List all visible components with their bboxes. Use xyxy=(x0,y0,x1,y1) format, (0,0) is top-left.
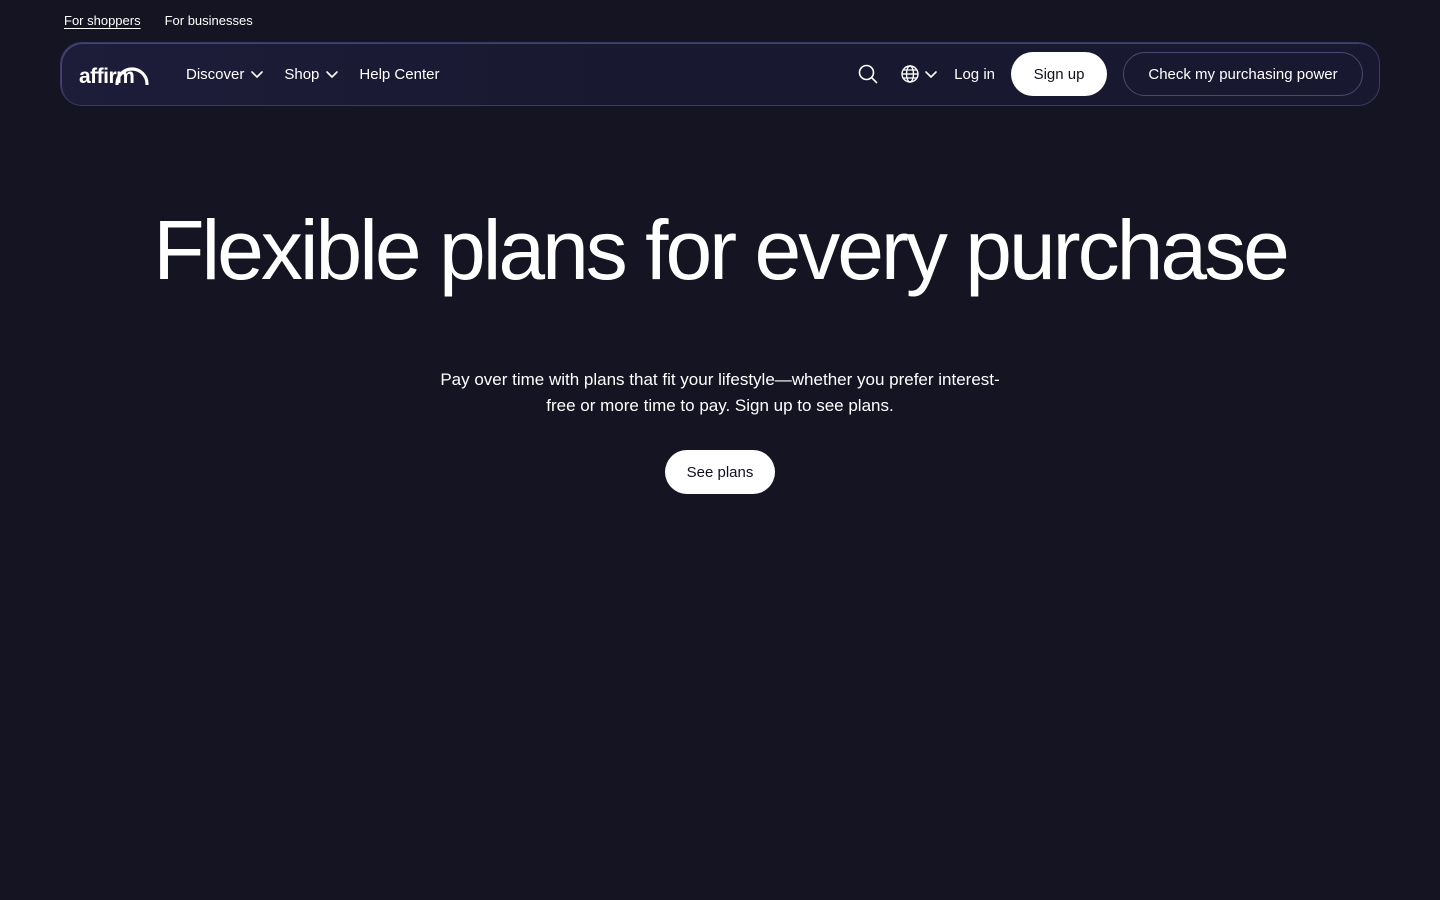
nav-shop-label: Shop xyxy=(284,65,320,83)
chevron-down-icon xyxy=(251,71,264,78)
affirm-logo[interactable]: affirm xyxy=(79,57,151,89)
hero-title: Flexible plans for every purchase xyxy=(153,203,1290,297)
nav-discover-label: Discover xyxy=(186,65,245,83)
primary-nav: Discover Shop Help Center xyxy=(186,43,439,105)
for-businesses-link[interactable]: For businesses xyxy=(165,13,253,29)
nav-help-center[interactable]: Help Center xyxy=(359,66,439,83)
audience-switcher: For shoppers For businesses xyxy=(64,13,253,29)
chevron-down-icon xyxy=(925,71,937,78)
see-plans-button[interactable]: See plans xyxy=(665,450,775,494)
nav-actions: Log in Sign up Check my purchasing power xyxy=(856,43,1363,105)
search-icon xyxy=(858,64,878,84)
nav-help-center-label: Help Center xyxy=(359,65,440,83)
logo-text: affirm xyxy=(79,65,135,88)
check-purchasing-power-button[interactable]: Check my purchasing power xyxy=(1123,52,1363,96)
nav-shop[interactable]: Shop xyxy=(284,66,339,83)
hero-subtitle: Pay over time with plans that fit your l… xyxy=(420,367,1020,419)
language-selector[interactable] xyxy=(900,64,938,84)
login-link[interactable]: Log in xyxy=(954,66,995,83)
signup-button[interactable]: Sign up xyxy=(1011,52,1107,96)
for-shoppers-link[interactable]: For shoppers xyxy=(64,13,141,29)
search-button[interactable] xyxy=(856,62,880,86)
hero-subtitle-line-1: Pay over time with plans that fit your l… xyxy=(440,370,1000,389)
hero-subtitle-line-2: free or more time to pay. Sign up to see… xyxy=(546,396,894,415)
globe-icon xyxy=(901,65,919,83)
chevron-down-icon xyxy=(326,71,339,78)
main-navbar: affirm Discover Shop Help Center Log in … xyxy=(60,42,1380,106)
nav-discover[interactable]: Discover xyxy=(186,66,264,83)
